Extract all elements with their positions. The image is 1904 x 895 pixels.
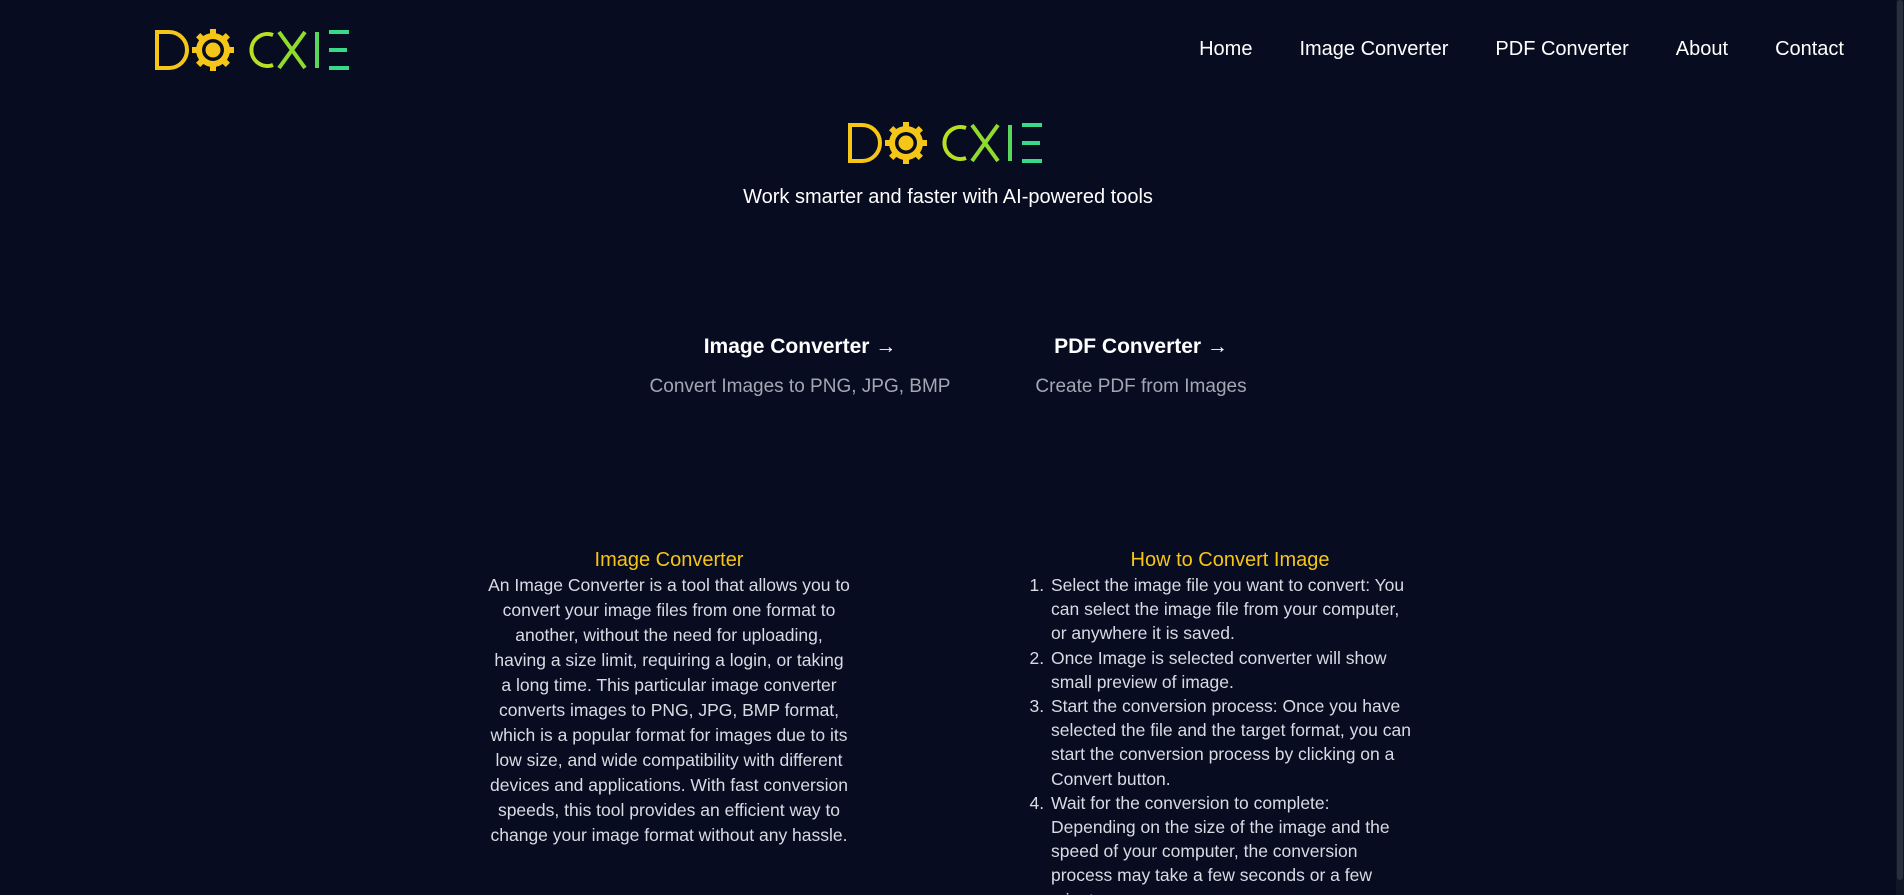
- about-image-converter-section: Image Converter An Image Converter is a …: [488, 547, 850, 848]
- scrollbar-thumb[interactable]: [1897, 0, 1903, 880]
- how-to-steps: Select the image file you want to conver…: [1025, 573, 1415, 895]
- step-item: Once Image is selected converter will sh…: [1049, 646, 1415, 694]
- how-to-section: How to Convert Image Select the image fi…: [1025, 547, 1460, 895]
- about-body: An Image Converter is a tool that allows…: [488, 575, 850, 845]
- docxie-logo-icon: [155, 29, 349, 71]
- how-to-heading: How to Convert Image: [1130, 549, 1330, 571]
- nav-about[interactable]: About: [1676, 36, 1728, 62]
- nav-pdf-converter[interactable]: PDF Converter: [1495, 36, 1628, 62]
- pdf-converter-card-description: Create PDF from Images: [1035, 376, 1247, 397]
- page: Home Image Converter PDF Converter About…: [0, 0, 1904, 895]
- pdf-converter-card[interactable]: PDF Converter → Create PDF from Images: [1010, 332, 1272, 400]
- docxie-logo-icon: [848, 122, 1042, 164]
- step-item: Start the conversion process: Once you h…: [1049, 694, 1415, 791]
- scrollbar[interactable]: [1896, 0, 1904, 895]
- image-converter-card-title: Image Converter →: [703, 335, 897, 358]
- nav-home[interactable]: Home: [1199, 36, 1252, 62]
- image-converter-card-description: Convert Images to PNG, JPG, BMP: [649, 376, 951, 397]
- pdf-converter-card-title: PDF Converter →: [1054, 335, 1228, 358]
- hero-logo: [848, 121, 1044, 165]
- header: Home Image Converter PDF Converter About…: [0, 0, 1896, 100]
- image-converter-card[interactable]: Image Converter → Convert Images to PNG,…: [640, 332, 960, 400]
- nav-contact[interactable]: Contact: [1775, 36, 1844, 62]
- header-logo[interactable]: [155, 28, 351, 72]
- step-item: Wait for the conversion to complete: Dep…: [1049, 791, 1415, 895]
- about-heading: Image Converter: [594, 549, 744, 571]
- nav-image-converter[interactable]: Image Converter: [1299, 36, 1448, 62]
- step-item: Select the image file you want to conver…: [1049, 573, 1415, 646]
- main-nav: Home Image Converter PDF Converter About…: [1199, 36, 1844, 62]
- hero-tagline: Work smarter and faster with AI-powered …: [743, 186, 1153, 208]
